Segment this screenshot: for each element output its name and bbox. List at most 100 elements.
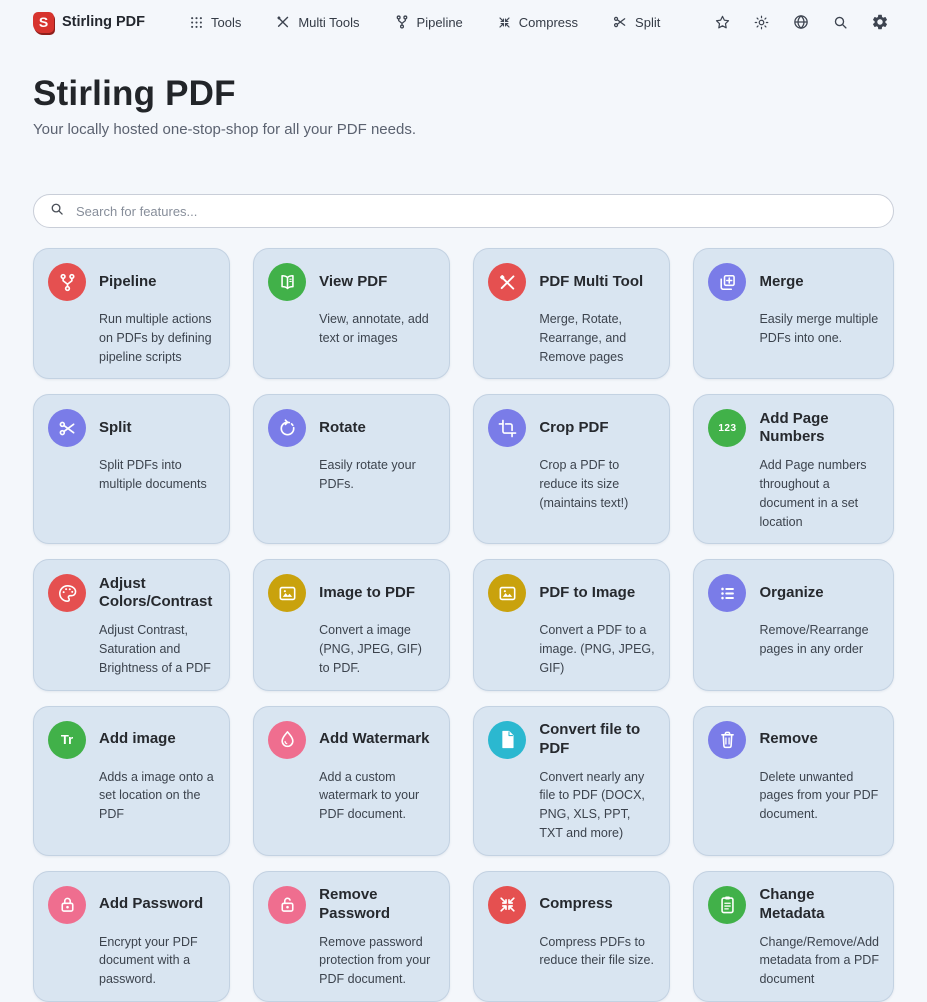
image-icon	[268, 574, 306, 612]
page-title: Stirling PDF	[33, 74, 894, 114]
card-description: Convert a image (PNG, JPEG, GIF) to PDF.	[319, 621, 435, 677]
feature-card-pipeline[interactable]: Pipeline Run multiple actions on PDFs by…	[33, 248, 230, 379]
card-description: Remove/Rearrange pages in any order	[759, 621, 879, 659]
card-title: Add Watermark	[319, 730, 429, 749]
nav-item-label: Compress	[519, 15, 578, 30]
card-title: PDF Multi Tool	[539, 273, 643, 292]
card-description: View, annotate, add text or images	[319, 310, 435, 348]
feature-card-remove-password[interactable]: Remove Password Remove password protecti…	[253, 871, 450, 1002]
clipboard-icon	[708, 886, 746, 924]
card-description: Compress PDFs to reduce their file size.	[539, 933, 655, 971]
card-description: Adds a image onto a set location on the …	[99, 768, 215, 824]
feature-card-crop-pdf[interactable]: Crop PDF Crop a PDF to reduce its size (…	[473, 394, 670, 544]
card-description: Add Page numbers throughout a document i…	[759, 456, 879, 531]
feature-card-add-watermark[interactable]: Add Watermark Add a custom watermark to …	[253, 706, 450, 856]
feature-card-organize[interactable]: Organize Remove/Rearrange pages in any o…	[693, 559, 894, 690]
tools-icon	[488, 263, 526, 301]
card-title: Split	[99, 419, 132, 438]
feature-grid: Pipeline Run multiple actions on PDFs by…	[33, 248, 894, 1002]
trash-icon	[708, 721, 746, 759]
feature-card-add-page-numbers[interactable]: 123 Add Page Numbers Add Page numbers th…	[693, 394, 894, 544]
card-title: View PDF	[319, 273, 387, 292]
apps-grid-icon	[189, 15, 204, 30]
feature-search-bar[interactable]	[33, 194, 894, 228]
nav-menu: Tools Multi Tools Pipeline Compress Spli…	[189, 14, 660, 30]
page-numbers-123-icon: 123	[708, 409, 746, 447]
feature-card-remove[interactable]: Remove Delete unwanted pages from your P…	[693, 706, 894, 856]
card-description: Easily rotate your PDFs.	[319, 456, 435, 494]
card-title: Rotate	[319, 419, 366, 438]
palette-icon	[48, 574, 86, 612]
feature-card-convert-file-to-pdf[interactable]: Convert file to PDF Convert nearly any f…	[473, 706, 670, 856]
card-description: Change/Remove/Add metadata from a PDF do…	[759, 933, 879, 989]
card-description: Delete unwanted pages from your PDF docu…	[759, 768, 879, 824]
card-title: Merge	[759, 273, 803, 292]
feature-card-image-to-pdf[interactable]: Image to PDF Convert a image (PNG, JPEG,…	[253, 559, 450, 690]
water-drop-icon	[268, 721, 306, 759]
compress-arrows-icon	[488, 886, 526, 924]
card-title: PDF to Image	[539, 584, 635, 603]
settings-gear-icon[interactable]	[871, 13, 889, 31]
search-icon[interactable]	[832, 14, 849, 31]
card-description: Add a custom watermark to your PDF docum…	[319, 768, 435, 824]
card-title: Add Password	[99, 895, 203, 914]
favourite-star-icon[interactable]	[714, 14, 731, 31]
card-description: Merge, Rotate, Rearrange, and Remove pag…	[539, 310, 655, 366]
card-description: Convert nearly any file to PDF (DOCX, PN…	[539, 768, 655, 843]
card-title: Add image	[99, 730, 176, 749]
card-title: Convert file to PDF	[539, 721, 655, 759]
main-content: Stirling PDF Your locally hosted one-sto…	[0, 74, 927, 1002]
nav-item-split[interactable]: Split	[612, 14, 660, 30]
card-title: Image to PDF	[319, 584, 415, 603]
card-title: Remove	[759, 730, 817, 749]
nav-item-label: Pipeline	[417, 15, 463, 30]
tools-icon	[275, 14, 291, 30]
nav-item-multi-tools[interactable]: Multi Tools	[275, 14, 359, 30]
card-title: Crop PDF	[539, 419, 608, 438]
search-icon	[49, 201, 65, 222]
feature-card-adjust-colors-contrast[interactable]: Adjust Colors/Contrast Adjust Contrast, …	[33, 559, 230, 690]
feature-card-merge[interactable]: Merge Easily merge multiple PDFs into on…	[693, 248, 894, 379]
nav-item-label: Split	[635, 15, 660, 30]
card-description: Convert a PDF to a image. (PNG, JPEG, GI…	[539, 621, 655, 677]
file-icon	[488, 721, 526, 759]
bullet-list-icon	[708, 574, 746, 612]
feature-card-compress[interactable]: Compress Compress PDFs to reduce their f…	[473, 871, 670, 1002]
page-subtitle: Your locally hosted one-stop-shop for al…	[33, 121, 894, 138]
nav-item-pipeline[interactable]: Pipeline	[394, 14, 463, 30]
feature-card-add-password[interactable]: Add Password Encrypt your PDF document w…	[33, 871, 230, 1002]
card-description: Adjust Contrast, Saturation and Brightne…	[99, 621, 215, 677]
feature-card-rotate[interactable]: Rotate Easily rotate your PDFs.	[253, 394, 450, 544]
card-description: Run multiple actions on PDFs by defining…	[99, 310, 215, 366]
scissors-icon	[48, 409, 86, 447]
compress-arrows-icon	[497, 15, 512, 30]
feature-card-split[interactable]: Split Split PDFs into multiple documents	[33, 394, 230, 544]
top-navbar: S Stirling PDF Tools Multi Tools Pipelin…	[0, 0, 927, 36]
nav-item-label: Multi Tools	[298, 15, 359, 30]
rotate-arrow-icon	[268, 409, 306, 447]
language-globe-icon[interactable]	[792, 13, 810, 31]
scissors-icon	[612, 14, 628, 30]
card-description: Encrypt your PDF document with a passwor…	[99, 933, 215, 989]
feature-card-add-image[interactable]: Tr Add image Adds a image onto a set loc…	[33, 706, 230, 856]
card-title: Organize	[759, 584, 823, 603]
card-title: Change Metadata	[759, 886, 879, 924]
brand[interactable]: S Stirling PDF	[33, 12, 145, 33]
feature-card-change-metadata[interactable]: Change Metadata Change/Remove/Add metada…	[693, 871, 894, 1002]
nav-item-compress[interactable]: Compress	[497, 14, 578, 30]
feature-card-view-pdf[interactable]: View PDF View, annotate, add text or ima…	[253, 248, 450, 379]
lock-icon	[48, 886, 86, 924]
card-title: Pipeline	[99, 273, 157, 292]
image-icon	[488, 574, 526, 612]
stirling-logo-icon: S	[33, 12, 54, 33]
card-title: Adjust Colors/Contrast	[99, 575, 215, 613]
card-description: Split PDFs into multiple documents	[99, 456, 215, 494]
nav-item-label: Tools	[211, 15, 241, 30]
crop-icon	[488, 409, 526, 447]
card-title: Add Page Numbers	[759, 410, 879, 448]
feature-card-pdf-multi-tool[interactable]: PDF Multi Tool Merge, Rotate, Rearrange,…	[473, 248, 670, 379]
feature-card-pdf-to-image[interactable]: PDF to Image Convert a PDF to a image. (…	[473, 559, 670, 690]
nav-item-tools[interactable]: Tools	[189, 14, 241, 30]
search-input[interactable]	[76, 204, 878, 219]
theme-sun-icon[interactable]	[753, 14, 770, 31]
